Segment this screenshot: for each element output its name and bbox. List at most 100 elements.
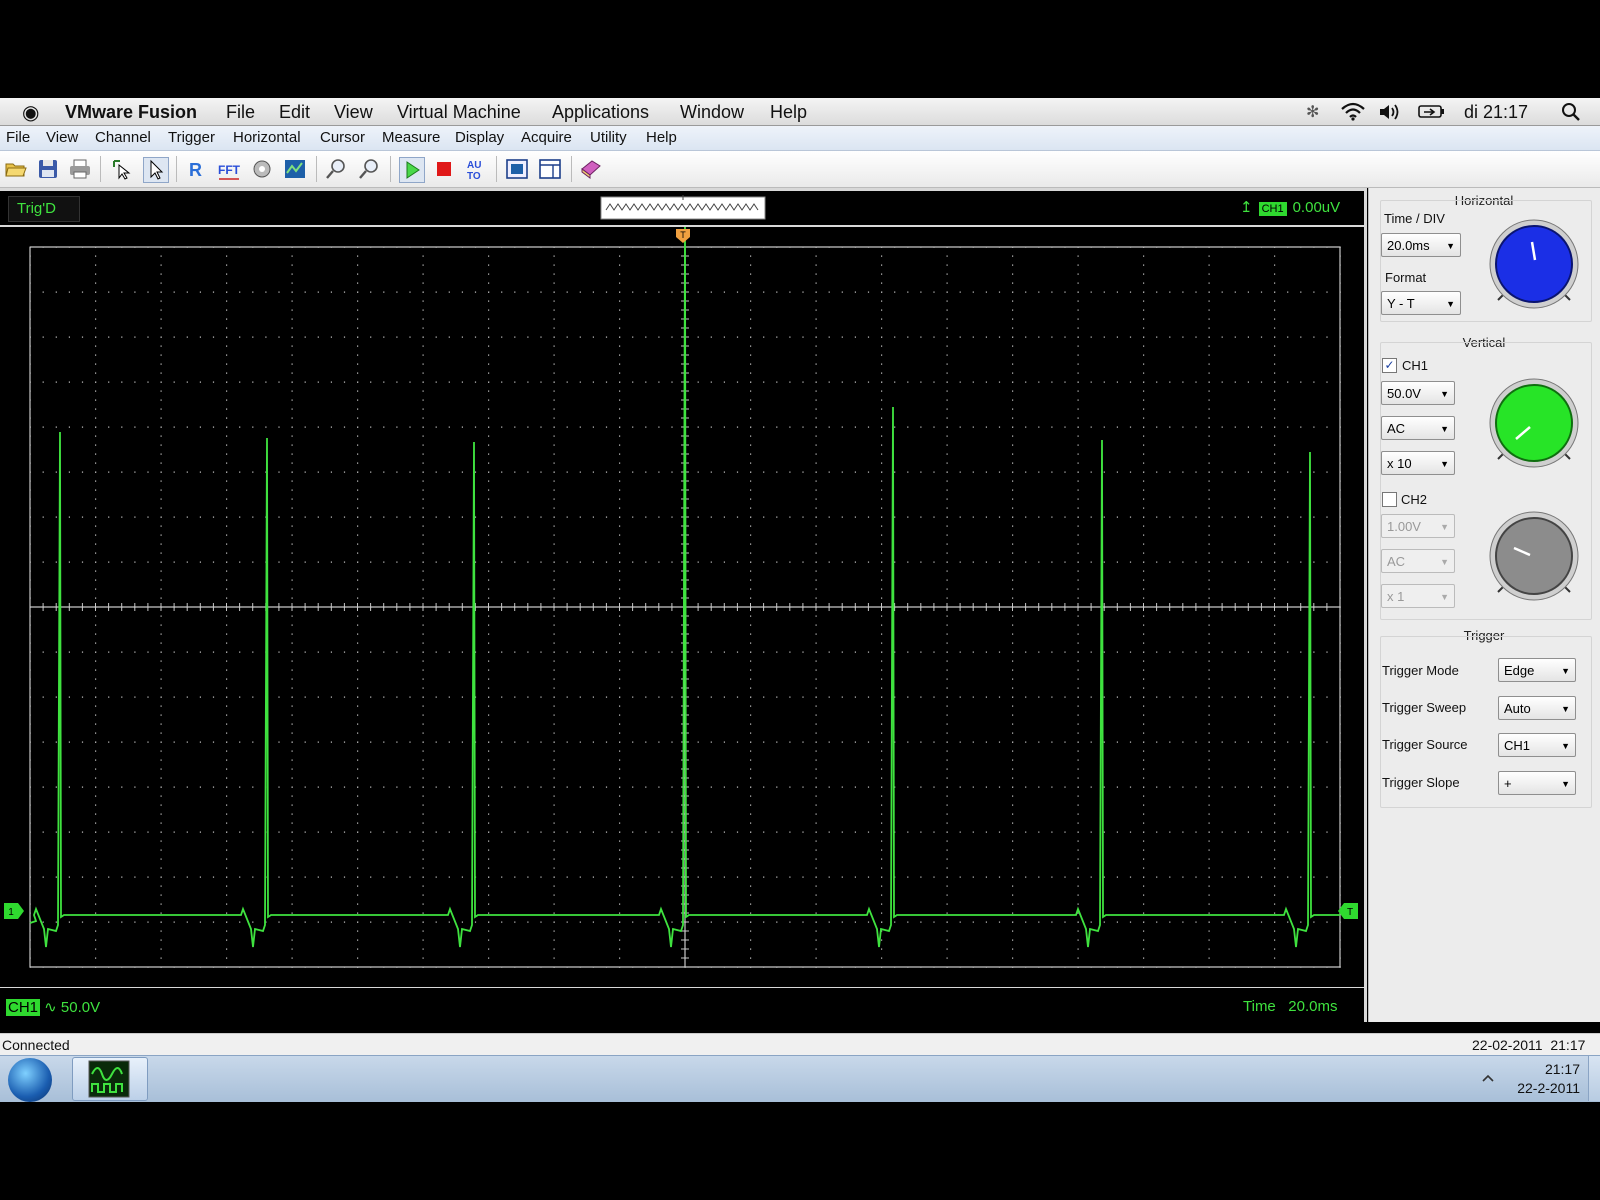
graticule-dot — [750, 912, 752, 914]
ch1-volts-select[interactable]: 50.0V ▼ — [1381, 381, 1455, 405]
fit-icon[interactable] — [505, 157, 529, 181]
menu-cursor[interactable]: Cursor — [320, 129, 365, 146]
reference-icon[interactable]: R — [184, 157, 208, 181]
cursor-select-icon[interactable] — [110, 157, 134, 181]
menu-help[interactable]: Help — [646, 129, 677, 146]
ch2-volts-select[interactable]: 1.00V ▼ — [1381, 514, 1455, 538]
graticule-dot — [1208, 588, 1210, 590]
graticule-dot — [619, 768, 621, 770]
graticule-dot — [357, 786, 359, 788]
trigger-source-select[interactable]: CH1 ▼ — [1498, 733, 1576, 757]
ch2-knob[interactable] — [1484, 510, 1584, 602]
graticule-dot — [815, 651, 817, 653]
zoom-in-icon[interactable] — [324, 157, 348, 181]
graticule-dot — [776, 426, 778, 428]
stop-icon[interactable] — [432, 157, 456, 181]
horizontal-knob[interactable] — [1484, 218, 1584, 310]
taskbar-clock[interactable]: 21:17 22-2-2011 — [1490, 1060, 1580, 1098]
menu-trigger[interactable]: Trigger — [168, 129, 215, 146]
book-icon[interactable] — [579, 157, 603, 181]
menu-horizontal[interactable]: Horizontal — [233, 129, 301, 146]
graticule-dot — [867, 651, 870, 653]
spotlight-search-icon[interactable] — [1561, 102, 1581, 122]
window-icon[interactable] — [538, 157, 562, 181]
ch1-probe-select[interactable]: x 10 ▼ — [1381, 451, 1455, 475]
trigger-mode-select[interactable]: Edge ▼ — [1498, 658, 1576, 682]
graticule-dot — [173, 831, 175, 833]
vmware-status-icon[interactable]: ✻ — [1306, 102, 1319, 122]
format-select[interactable]: Y - T ▼ — [1381, 291, 1461, 315]
graticule-dot — [239, 291, 241, 293]
menu-acquire[interactable]: Acquire — [521, 129, 572, 146]
fft-icon[interactable]: FFT — [217, 157, 241, 181]
auto-set-icon[interactable]: AUTO — [464, 157, 488, 181]
graticule-dot — [173, 741, 175, 743]
wifi-icon[interactable] — [1340, 101, 1366, 121]
trigger-position-marker[interactable]: T — [676, 229, 690, 243]
math-icon[interactable] — [250, 157, 274, 181]
open-icon[interactable] — [4, 157, 28, 181]
mac-menu-help[interactable]: Help — [770, 102, 807, 123]
ch2-probe-select[interactable]: x 1 ▼ — [1381, 584, 1455, 608]
graticule-dot — [212, 696, 215, 698]
mac-menu-view[interactable]: View — [334, 102, 373, 123]
menu-view[interactable]: View — [46, 129, 78, 146]
graticule-dot — [697, 696, 699, 698]
ch1-knob[interactable] — [1484, 377, 1584, 469]
pointer-icon[interactable] — [143, 157, 169, 183]
trigger-sweep-select[interactable]: Auto ▼ — [1498, 696, 1576, 720]
ch1-checkbox[interactable]: ✓ — [1382, 358, 1397, 373]
zoom-out-icon[interactable] — [357, 157, 381, 181]
graticule-dot — [422, 732, 424, 734]
trigger-slope-select[interactable]: + ▼ — [1498, 771, 1576, 795]
graticule-dot — [1116, 246, 1118, 248]
trigger-level-marker[interactable]: T — [1338, 903, 1358, 919]
ch1-ground-marker[interactable]: 1 — [4, 903, 24, 919]
graticule-dot — [828, 516, 830, 518]
volume-icon[interactable] — [1378, 102, 1402, 122]
mac-clock[interactable]: di 21:17 — [1464, 102, 1528, 123]
menu-measure[interactable]: Measure — [382, 129, 440, 146]
taskbar-oscilloscope-app[interactable] — [72, 1057, 148, 1101]
graticule-dot — [881, 597, 883, 599]
mac-menu-edit[interactable]: Edit — [279, 102, 310, 123]
graticule-dot — [881, 822, 883, 824]
graticule-dot — [946, 957, 948, 959]
start-button-icon[interactable] — [8, 1058, 52, 1102]
mac-menu-window[interactable]: Window — [680, 102, 744, 123]
mac-menu-app-name[interactable]: VMware Fusion — [65, 102, 197, 123]
mac-menu-virtual-machine[interactable]: Virtual Machine — [397, 102, 521, 123]
menu-file[interactable]: File — [6, 129, 30, 146]
graticule-dot — [1012, 903, 1014, 905]
print-icon[interactable] — [68, 157, 92, 181]
graticule-dot — [1051, 786, 1053, 788]
show-desktop-button[interactable] — [1588, 1056, 1600, 1101]
memory-overview-icon[interactable] — [600, 194, 766, 222]
graticule-dot — [750, 948, 752, 950]
graticule-dot — [422, 579, 424, 581]
run-icon[interactable] — [399, 157, 425, 183]
graticule-dot — [619, 327, 621, 329]
graticule-dot — [357, 759, 359, 761]
waveform-display[interactable]: T 1 T — [0, 227, 1364, 987]
battery-icon[interactable] — [1418, 104, 1446, 120]
mac-menu-applications[interactable]: Applications — [552, 102, 649, 123]
display-icon[interactable] — [283, 157, 307, 181]
ch2-coupling-select[interactable]: AC ▼ — [1381, 549, 1455, 573]
graticule-dot — [619, 912, 621, 914]
ch1-coupling-select[interactable]: AC ▼ — [1381, 416, 1455, 440]
graticule-dot — [383, 741, 385, 743]
graticule-dot — [396, 966, 398, 968]
graticule-dot — [592, 696, 594, 698]
apple-logo-icon[interactable]: ◉ — [22, 100, 39, 125]
graticule-dot — [488, 588, 490, 590]
mac-menu-file[interactable]: File — [226, 102, 255, 123]
menu-channel[interactable]: Channel — [95, 129, 151, 146]
menu-display[interactable]: Display — [455, 129, 504, 146]
time-div-select[interactable]: 20.0ms ▼ — [1381, 233, 1461, 257]
save-icon[interactable] — [36, 157, 60, 181]
graticule-dot — [1143, 759, 1145, 761]
ch2-checkbox[interactable] — [1382, 492, 1397, 507]
graticule-dot — [357, 714, 359, 716]
menu-utility[interactable]: Utility — [590, 129, 627, 146]
